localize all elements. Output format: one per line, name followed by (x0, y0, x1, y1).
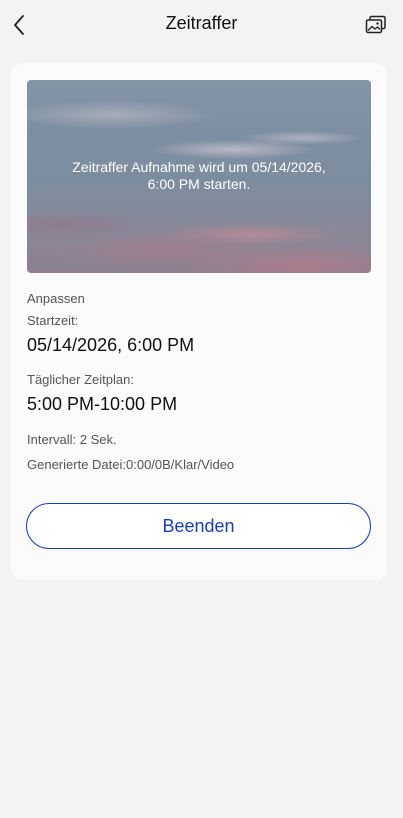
start-time-value: 05/14/2026, 6:00 PM (27, 335, 195, 355)
interval-info: Intervall: 2 Sek. (27, 432, 117, 447)
customize-link[interactable]: Anpassen (27, 291, 85, 306)
preview-message: Zeitraffer Aufnahme wird um 05/14/2026, … (72, 158, 326, 192)
stop-button[interactable]: Beenden (26, 503, 371, 549)
gallery-icon (365, 15, 386, 34)
header: Zeitraffer (0, 0, 403, 50)
generated-file-info: Generierte Datei:0:00/0B/Klar/Video (27, 457, 235, 472)
page-title: Zeitraffer (165, 13, 238, 33)
daily-schedule-label: Täglicher Zeitplan: (27, 372, 134, 387)
timelapse-card: Zeitraffer Aufnahme wird um 05/14/2026, … (11, 63, 387, 580)
gallery-button[interactable] (363, 12, 389, 38)
camera-preview: Zeitraffer Aufnahme wird um 05/14/2026, … (27, 80, 371, 273)
start-time-label: Startzeit: (27, 313, 79, 328)
daily-schedule-value: 5:00 PM-10:00 PM (27, 394, 178, 414)
